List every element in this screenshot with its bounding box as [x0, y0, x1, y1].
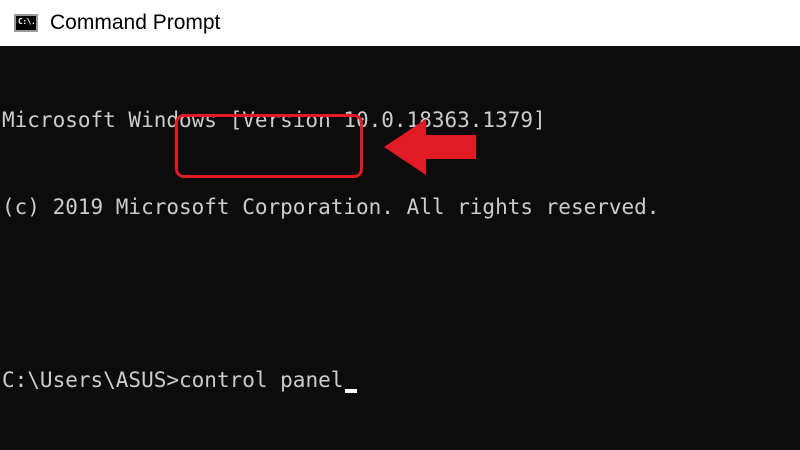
cmd-icon-glyph: C:\.	[18, 17, 36, 26]
window-title: Command Prompt	[50, 11, 221, 34]
arrow-left-icon	[384, 119, 476, 175]
command-highlight-box	[175, 114, 363, 178]
command-prompt-window: C:\. Command Prompt Microsoft Windows [V…	[0, 0, 800, 450]
prompt-path: C:\Users\ASUS>	[2, 368, 180, 392]
title-bar[interactable]: C:\. Command Prompt	[0, 0, 800, 46]
console-output[interactable]: Microsoft Windows [Version 10.0.18363.13…	[2, 48, 798, 450]
console-line-copyright: (c) 2019 Microsoft Corporation. All righ…	[2, 195, 660, 219]
command-input[interactable]: control panel	[179, 368, 343, 392]
prompt-line[interactable]: C:\Users\ASUS>control panel	[2, 366, 798, 395]
cmd-icon: C:\.	[14, 14, 38, 32]
text-cursor	[345, 389, 358, 393]
